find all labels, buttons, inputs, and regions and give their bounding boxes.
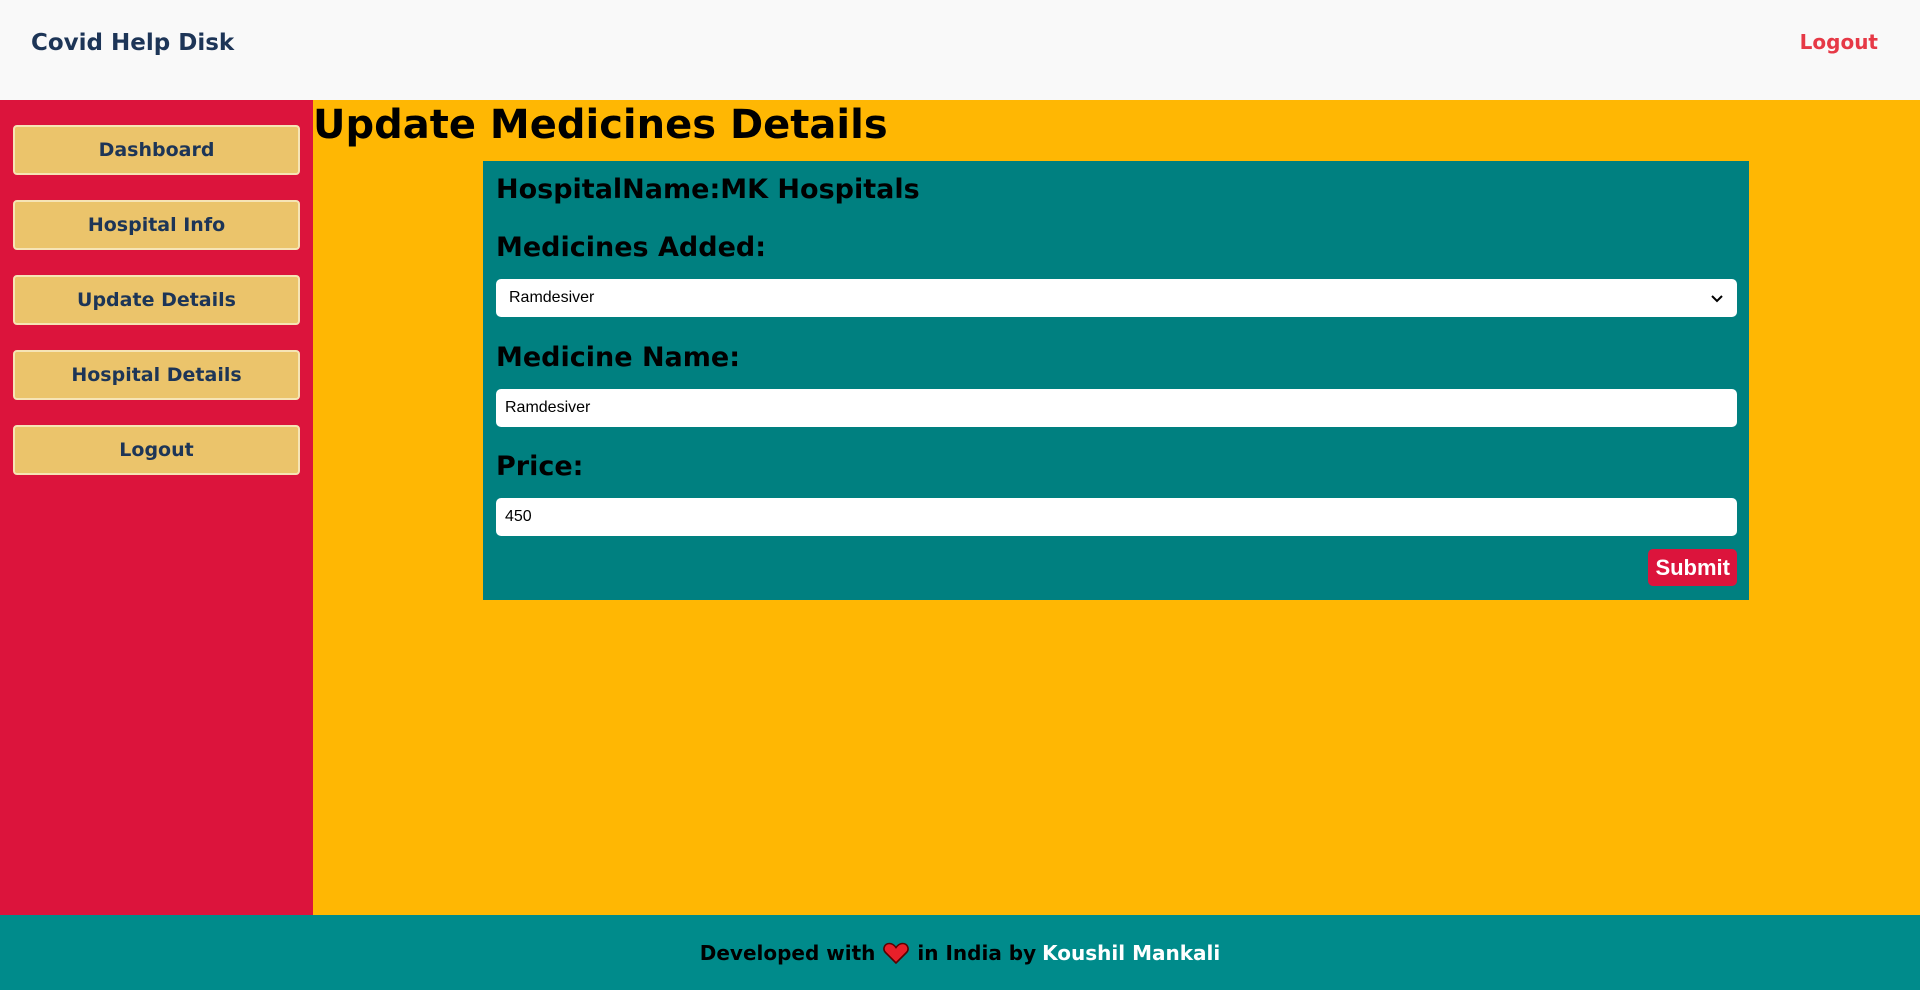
price-input[interactable] (496, 498, 1737, 536)
sidebar-item-hospital-info[interactable]: Hospital Info (13, 200, 300, 250)
medicines-added-select[interactable]: Ramdesiver (496, 279, 1737, 317)
page-title: Update Medicines Details (313, 102, 888, 148)
medicines-added-label: Medicines Added: (496, 232, 767, 263)
chevron-down-icon (1711, 295, 1723, 303)
update-medicine-form: HospitalName:MK Hospitals Medicines Adde… (483, 161, 1749, 600)
top-navbar: Covid Help Disk Logout (0, 0, 1920, 100)
footer-middle-text: in India by (917, 940, 1037, 965)
medicine-name-input[interactable] (496, 389, 1737, 427)
sidebar-item-logout[interactable]: Logout (13, 425, 300, 475)
hospital-name-heading: HospitalName:MK Hospitals (496, 174, 920, 205)
submit-button[interactable]: Submit (1648, 549, 1737, 586)
price-label: Price: (496, 451, 584, 482)
main-content: Update Medicines Details HospitalName:MK… (313, 100, 1920, 915)
header-logout-link[interactable]: Logout (1800, 30, 1878, 54)
brand-title[interactable]: Covid Help Disk (31, 30, 234, 56)
sidebar-item-update-details[interactable]: Update Details (13, 275, 300, 325)
footer: Developed with in India by Koushil Manka… (0, 915, 1920, 990)
footer-prefix-text: Developed with (699, 940, 876, 965)
heart-icon (883, 942, 910, 964)
medicine-name-label: Medicine Name: (496, 342, 741, 373)
sidebar: Dashboard Hospital Info Update Details H… (0, 100, 313, 915)
sidebar-item-hospital-details[interactable]: Hospital Details (13, 350, 300, 400)
medicines-added-selected-value: Ramdesiver (509, 289, 595, 306)
footer-author-link[interactable]: Koushil Mankali (1042, 941, 1220, 965)
sidebar-item-dashboard[interactable]: Dashboard (13, 125, 300, 175)
